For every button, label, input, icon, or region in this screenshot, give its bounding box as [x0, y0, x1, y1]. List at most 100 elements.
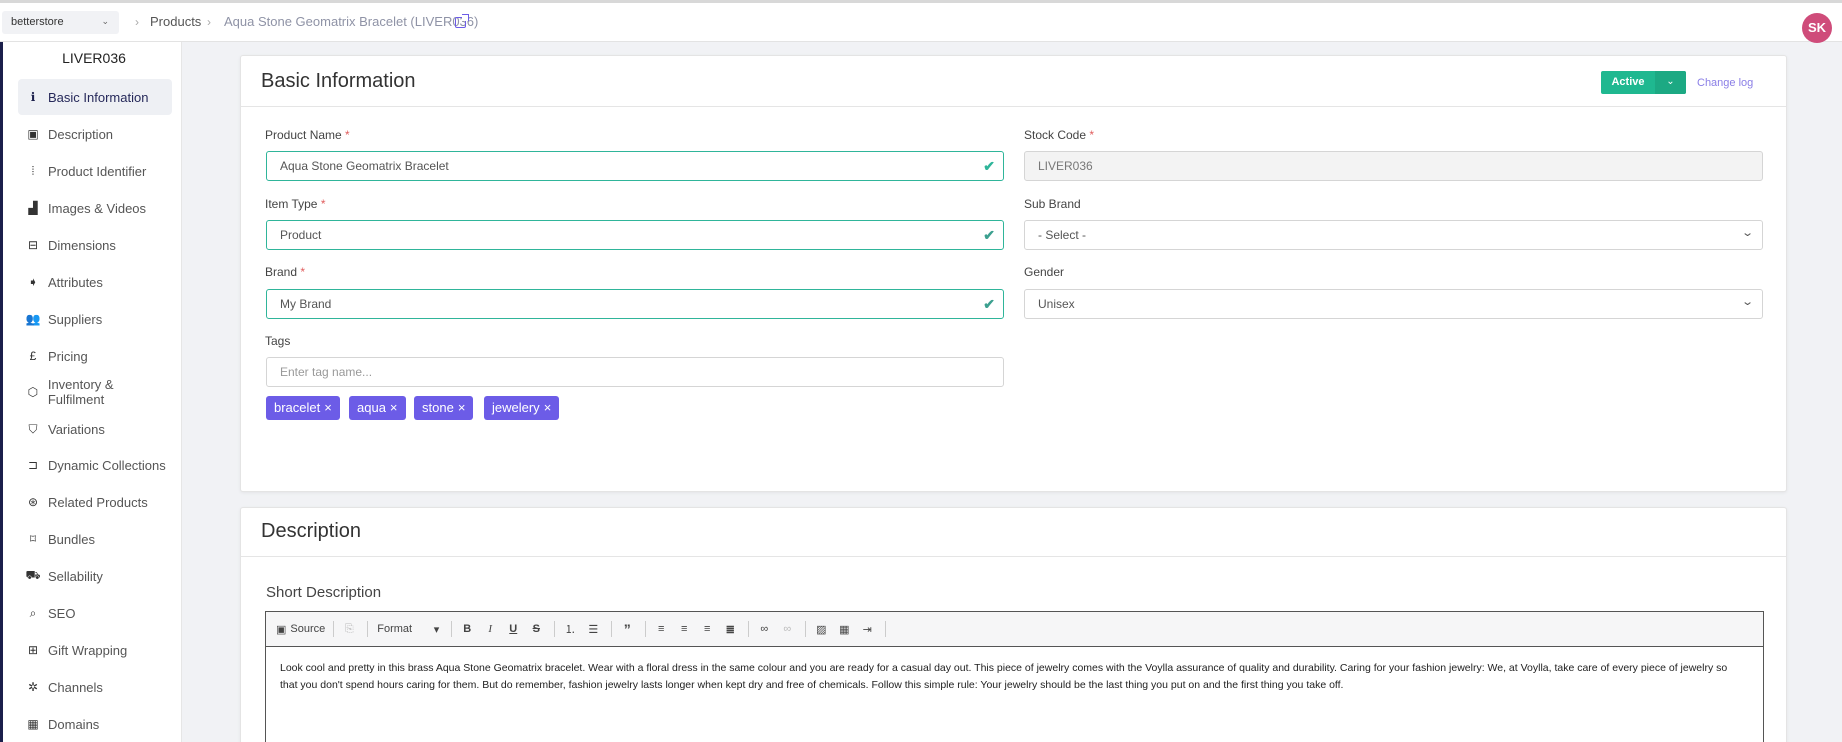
sidebar-item-dimensions[interactable]: ⊟ Dimensions: [18, 227, 172, 263]
avatar[interactable]: SK: [1802, 13, 1832, 43]
sidebar-item-label: Bundles: [48, 531, 95, 547]
sub-brand-select[interactable]: - Select - ⌄: [1024, 220, 1763, 250]
breadcrumb-separator-icon: ›: [207, 15, 211, 29]
editor-content[interactable]: Look cool and pretty in this brass Aqua …: [280, 660, 1733, 694]
sidebar-item-label: Product Identifier: [48, 163, 147, 179]
sidebar-item-variations[interactable]: ⛉ Variations: [18, 411, 172, 447]
breadcrumb-products[interactable]: Products: [150, 14, 201, 29]
strikethrough-icon[interactable]: S: [526, 620, 546, 638]
text-box-icon: ▣: [27, 127, 39, 141]
sidebar-item-suppliers[interactable]: 👥 Suppliers: [18, 301, 172, 337]
store-name: betterstore: [11, 16, 64, 28]
store-selector[interactable]: betterstore ⌄: [2, 11, 119, 34]
underline-icon[interactable]: U: [503, 620, 523, 638]
card-title: Description: [261, 520, 362, 542]
format-dropdown[interactable]: Format ▾: [373, 620, 443, 638]
sidebar-item-basic-information[interactable]: ℹ Basic Information: [18, 79, 172, 115]
horizontal-rule-icon[interactable]: ⇥: [857, 620, 877, 638]
sidebar-item-bundles[interactable]: ⌑ Bundles: [18, 521, 172, 557]
caret-down-icon: ▾: [433, 623, 440, 636]
sidebar-item-domains[interactable]: ▦ Domains: [18, 706, 172, 742]
numbered-list-icon[interactable]: ⒈: [560, 620, 580, 638]
domains-icon: ▦: [27, 717, 39, 731]
sidebar-item-inventory-fulfilment[interactable]: ⬡ Inventory & Fulfilment: [18, 374, 172, 410]
bold-icon[interactable]: B: [457, 620, 477, 638]
toolbar-separator: [367, 621, 369, 637]
short-description-editor[interactable]: ▣ Source ⎘ Format ▾ B I U S ⒈ ☰ ” ≡ ≡ ≡ ≣ …: [265, 611, 1764, 742]
justify-icon[interactable]: ≣: [720, 620, 740, 638]
product-name-input[interactable]: Aqua Stone Geomatrix Bracelet ✔: [266, 151, 1004, 181]
top-bar: betterstore ⌄ › Products › Aqua Stone Ge…: [0, 3, 1842, 43]
image-icon[interactable]: ▨: [811, 620, 831, 638]
bulleted-list-icon[interactable]: ☰: [583, 620, 603, 638]
change-log-link[interactable]: Change log: [1697, 77, 1753, 89]
sidebar-item-label: Images & Videos: [48, 200, 147, 216]
channels-icon: ✲: [27, 680, 39, 694]
sidebar-item-related-products[interactable]: ⊛ Related Products: [18, 484, 172, 520]
blockquote-icon[interactable]: ”: [617, 620, 637, 638]
check-icon: ✔: [983, 158, 995, 174]
italic-icon[interactable]: I: [480, 620, 500, 638]
image-add-icon: ▟: [28, 201, 38, 215]
align-left-icon[interactable]: ≡: [651, 620, 671, 638]
sidebar-item-gift-wrapping[interactable]: ⊞ Gift Wrapping: [18, 632, 172, 668]
paste-icon[interactable]: ⎘: [339, 620, 359, 638]
editor-toolbar: ▣ Source ⎘ Format ▾ B I U S ⒈ ☰ ” ≡ ≡ ≡ ≣ …: [266, 612, 1763, 647]
basic-information-card: Basic Information: [240, 55, 1787, 492]
toolbar-separator: [451, 621, 453, 637]
stock-code-input[interactable]: LIVER036: [1024, 151, 1763, 181]
chevron-down-icon: ⌄: [1740, 296, 1754, 308]
tag-chip: aqua ×: [349, 396, 406, 420]
align-right-icon[interactable]: ≡: [697, 620, 717, 638]
table-icon[interactable]: ▦: [834, 620, 854, 638]
link-icon[interactable]: ∞: [754, 620, 774, 638]
tag-label: stone: [422, 400, 454, 415]
sidebar-item-label: Related Products: [48, 494, 148, 510]
sidebar-item-channels[interactable]: ✲ Channels: [18, 669, 172, 705]
brand-label: Brand *: [265, 265, 306, 279]
remove-tag-icon[interactable]: ×: [324, 400, 332, 415]
sidebar-item-images-videos[interactable]: ▟ Images & Videos: [18, 190, 172, 226]
stock-code-label: Stock Code *: [1024, 128, 1095, 142]
sidebar-item-pricing[interactable]: £ Pricing: [18, 338, 172, 374]
sidebar-item-dynamic-collections[interactable]: ⊐ Dynamic Collections: [18, 447, 172, 483]
sidebar-item-label: Channels: [48, 679, 103, 695]
sidebar-item-label: Dynamic Collections: [48, 457, 166, 473]
sidebar-item-label: Inventory & Fulfilment: [47, 377, 114, 407]
breadcrumb-current: Aqua Stone Geomatrix Bracelet (LIVER036): [224, 14, 479, 29]
sidebar-item-seo[interactable]: ⌕ SEO: [18, 595, 172, 631]
sidebar-item-sellability[interactable]: ⛟ Sellability: [18, 558, 172, 594]
collection-icon: ⊐: [27, 458, 39, 472]
box-icon: ⬡: [27, 385, 39, 399]
remove-tag-icon[interactable]: ×: [390, 400, 398, 415]
short-description-label: Short Description: [266, 584, 382, 601]
toolbar-separator: [805, 621, 807, 637]
sidebar-item-description[interactable]: ▣ Description: [18, 116, 172, 152]
cart-icon: ⛟: [25, 568, 41, 582]
remove-tag-icon[interactable]: ×: [458, 400, 466, 415]
gender-label: Gender: [1024, 265, 1065, 279]
item-type-select[interactable]: Product ✔: [266, 220, 1004, 250]
chevron-down-icon[interactable]: ⌄: [1655, 71, 1686, 94]
gender-select[interactable]: Unisex ⌄: [1024, 289, 1763, 319]
sidebar-item-product-identifier[interactable]: ⦙ Product Identifier: [18, 153, 172, 189]
tags-input[interactable]: Enter tag name...: [266, 357, 1004, 387]
status-dropdown-button[interactable]: Active ⌄: [1601, 71, 1686, 94]
tag-chip: bracelet ×: [266, 396, 340, 420]
align-center-icon[interactable]: ≡: [674, 620, 694, 638]
brand-select[interactable]: My Brand ✔: [266, 289, 1004, 319]
status-label[interactable]: Active: [1601, 71, 1655, 94]
product-name-label: Product Name *: [265, 128, 350, 142]
unlink-icon[interactable]: ∞: [777, 620, 797, 638]
toolbar-separator: [333, 621, 335, 637]
source-button[interactable]: ▣ Source: [276, 620, 325, 638]
remove-tag-icon[interactable]: ×: [544, 400, 552, 415]
card-title: Basic Information: [261, 70, 416, 92]
sidebar-sku: LIVER036: [62, 50, 126, 66]
sidebar-item-attributes[interactable]: ➧ Attributes: [18, 264, 172, 300]
sidebar-item-label: Dimensions: [48, 237, 116, 253]
external-link-icon[interactable]: [455, 14, 469, 28]
sub-brand-label: Sub Brand: [1024, 197, 1081, 211]
tag-chip: stone ×: [414, 396, 474, 420]
sidebar-item-label: Suppliers: [48, 311, 103, 327]
